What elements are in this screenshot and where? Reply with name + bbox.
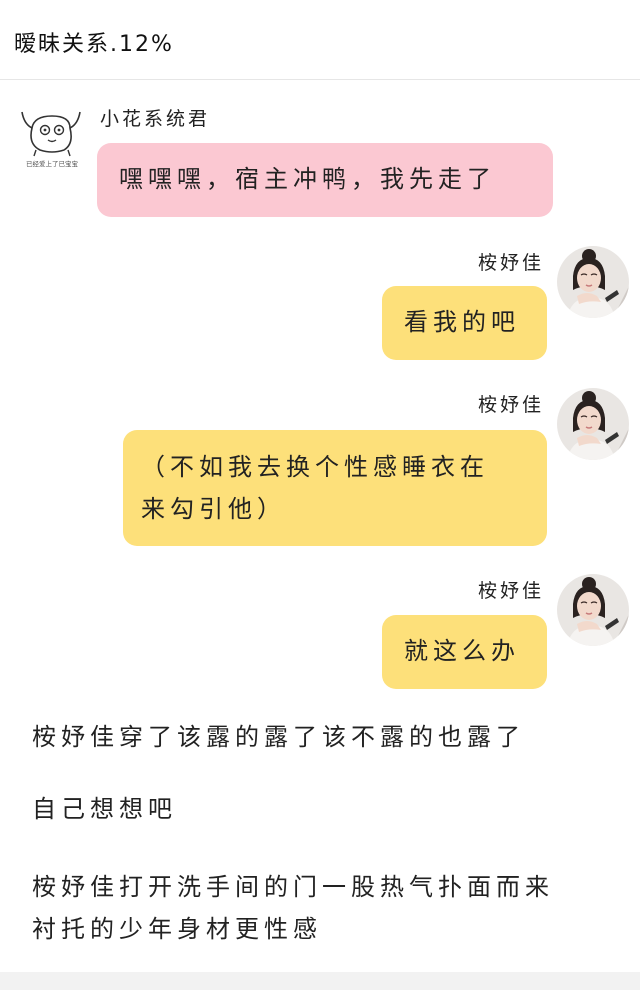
sender-name: 桉妤佳 bbox=[477, 394, 544, 416]
sender-name: 桉妤佳 bbox=[477, 580, 544, 602]
message-line: （不如我去换个性感睡衣在 bbox=[141, 453, 489, 481]
system-avatar[interactable]: 已经爱上了已宝宝 bbox=[14, 98, 90, 174]
sender-name: 桉妤佳 bbox=[477, 252, 544, 274]
message-bubble-user[interactable]: （不如我去换个性感睡衣在 来勾引他） bbox=[123, 430, 547, 546]
narration-text: 桉妤佳打开洗手间的门一股热气扑面而来 bbox=[32, 873, 554, 901]
user-avatar[interactable] bbox=[557, 388, 629, 460]
message-bubble-user[interactable]: 看我的吧 bbox=[382, 286, 547, 360]
girl-portrait-icon bbox=[557, 246, 629, 318]
narration-text: 衬托的少年身材更性感 bbox=[32, 915, 322, 943]
girl-portrait-icon bbox=[557, 574, 629, 646]
narration-text: 自己想想吧 bbox=[32, 795, 177, 823]
chat-screen: 暧昧关系.12% 已经爱上了已宝宝 小花系统君 嘿嘿嘿，宿主冲鸭，我先走了 桉妤… bbox=[0, 0, 640, 990]
sender-name: 小花系统君 bbox=[100, 108, 211, 130]
doodle-creature-icon: 已经爱上了已宝宝 bbox=[14, 98, 90, 174]
user-avatar[interactable] bbox=[557, 246, 629, 318]
chat-title: 暧昧关系.12% bbox=[14, 32, 174, 57]
message-line: 来勾引他） bbox=[141, 495, 286, 523]
narration-text: 桉妤佳穿了该露的露了该不露的也露了 bbox=[32, 723, 525, 751]
message-bubble-system[interactable]: 嘿嘿嘿，宿主冲鸭，我先走了 bbox=[97, 143, 553, 217]
girl-portrait-icon bbox=[557, 388, 629, 460]
bottom-bar bbox=[0, 972, 640, 990]
avatar-caption: 已经爱上了已宝宝 bbox=[26, 159, 79, 168]
message-bubble-user[interactable]: 就这么办 bbox=[382, 615, 547, 689]
user-avatar[interactable] bbox=[557, 574, 629, 646]
chat-header: 暧昧关系.12% bbox=[0, 0, 640, 80]
